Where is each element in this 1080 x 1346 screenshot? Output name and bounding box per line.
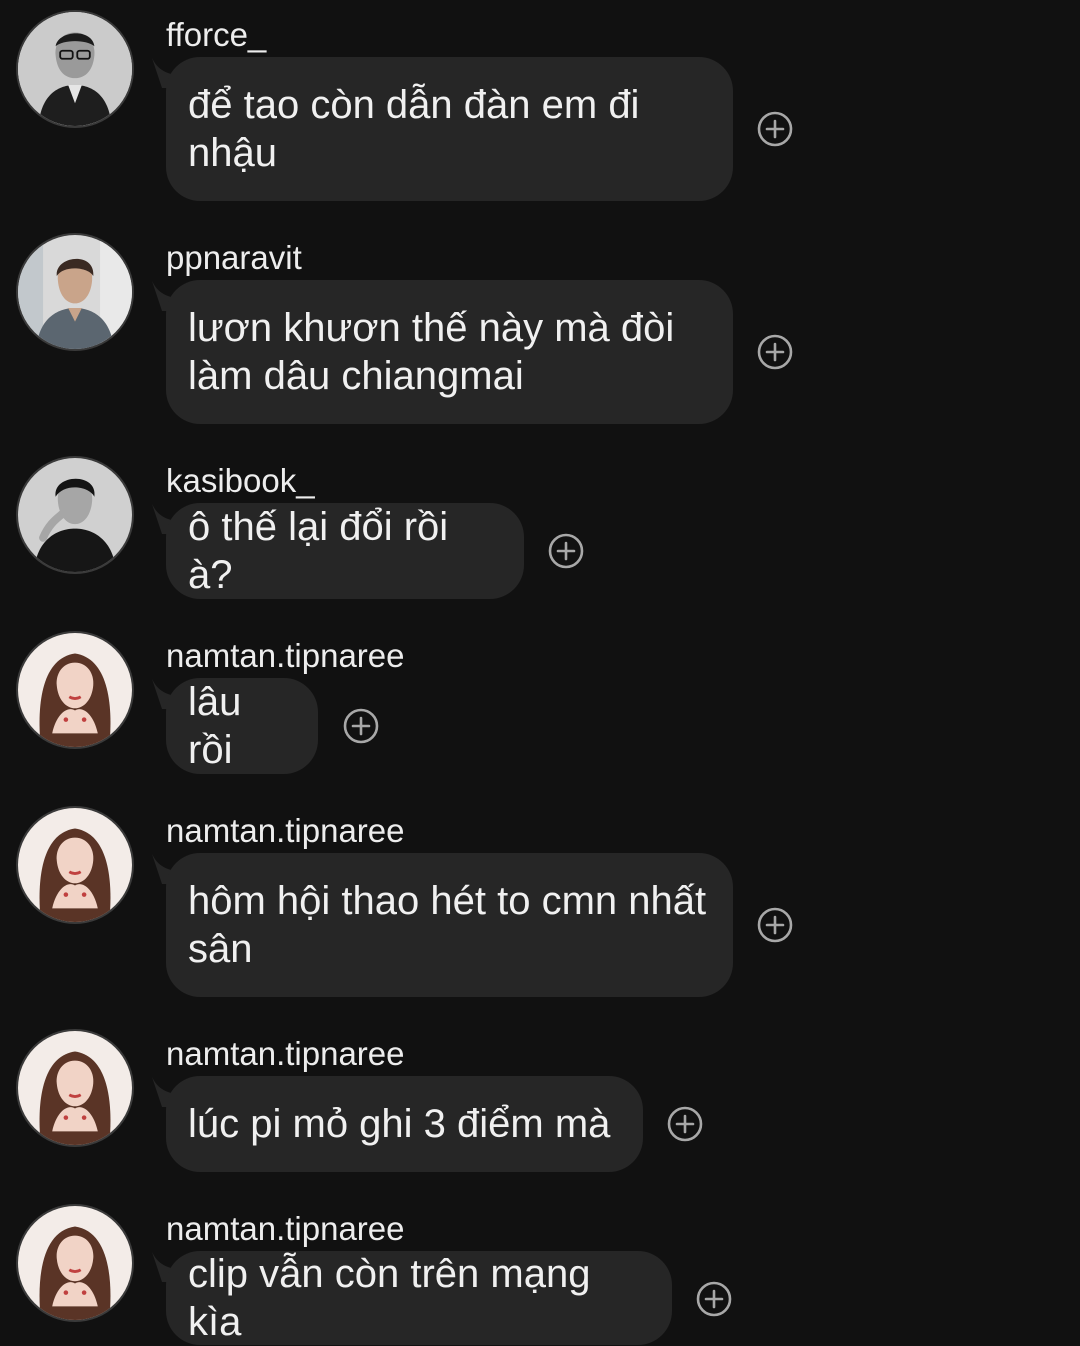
username[interactable]: kasibook_ <box>166 461 315 501</box>
female-avatar-icon[interactable] <box>16 1029 134 1147</box>
add-reaction-icon[interactable] <box>696 1281 732 1317</box>
add-reaction-icon[interactable] <box>757 907 793 943</box>
message-text: clip vẫn còn trên mạng kìa <box>188 1252 591 1344</box>
message-bubble[interactable]: hôm hội thao hét to cmn nhất sân <box>166 853 733 997</box>
message-bubble[interactable]: lươn khươn thế này mà đòi làm dâu chiang… <box>166 280 733 424</box>
message-text: ô thế lại đổi rồi à? <box>188 505 449 597</box>
username[interactable]: ppnaravit <box>166 238 302 278</box>
username[interactable]: fforce_ <box>166 15 266 55</box>
username[interactable]: namtan.tipnaree <box>166 1034 405 1074</box>
message-text: lâu rồi <box>188 680 242 772</box>
add-reaction-icon[interactable] <box>343 708 379 744</box>
male-avatar-glasses-icon[interactable] <box>16 10 134 128</box>
message-text: hôm hội thao hét to cmn nhất sân <box>188 879 707 971</box>
message-text: để tao còn dẫn đàn em đi nhậu <box>188 83 640 175</box>
message-text: lúc pi mỏ ghi 3 điểm mà <box>188 1102 611 1146</box>
add-reaction-icon[interactable] <box>757 111 793 147</box>
message-bubble[interactable]: clip vẫn còn trên mạng kìa <box>166 1251 672 1345</box>
message-text: lươn khươn thế này mà đòi làm dâu chiang… <box>188 306 675 398</box>
message-bubble[interactable]: lúc pi mỏ ghi 3 điểm mà <box>166 1076 643 1172</box>
username[interactable]: namtan.tipnaree <box>166 636 405 676</box>
message-bubble[interactable]: lâu rồi <box>166 678 318 774</box>
add-reaction-icon[interactable] <box>757 334 793 370</box>
message-bubble[interactable]: để tao còn dẫn đàn em đi nhậu <box>166 57 733 201</box>
add-reaction-icon[interactable] <box>667 1106 703 1142</box>
username[interactable]: namtan.tipnaree <box>166 811 405 851</box>
male-avatar-icon[interactable] <box>16 233 134 351</box>
message-bubble[interactable]: ô thế lại đổi rồi à? <box>166 503 524 599</box>
female-avatar-icon[interactable] <box>16 1204 134 1322</box>
female-avatar-icon[interactable] <box>16 631 134 749</box>
female-avatar-icon[interactable] <box>16 806 134 924</box>
add-reaction-icon[interactable] <box>548 533 584 569</box>
male-avatar-dark-icon[interactable] <box>16 456 134 574</box>
username[interactable]: namtan.tipnaree <box>166 1209 405 1249</box>
